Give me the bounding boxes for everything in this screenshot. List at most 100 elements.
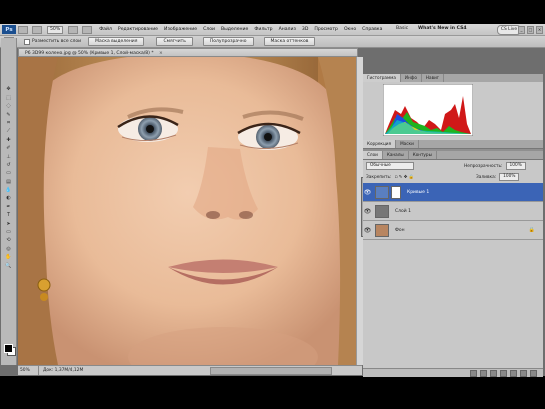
layer-name: Слой 1 — [395, 208, 411, 214]
pen-tool-icon[interactable]: ✒ — [4, 204, 13, 210]
blend-row: Обычные Непрозрачность: 100% — [366, 162, 526, 170]
menu-item[interactable]: Окно — [341, 27, 359, 32]
blend-mode-select[interactable]: Обычные — [366, 162, 414, 170]
fill-input[interactable]: 100% — [499, 173, 520, 181]
fill-label: Заливка: — [476, 174, 497, 180]
close-icon[interactable]: × — [536, 26, 543, 34]
tab-paths[interactable]: Контуры — [409, 151, 437, 159]
layers-tabs: Слои Каналы Контуры — [363, 151, 543, 160]
3d-camera-tool-icon[interactable]: ◎ — [4, 246, 13, 252]
tab-info[interactable]: Инфо — [401, 74, 422, 82]
sample-all-checkbox[interactable] — [24, 38, 30, 45]
visibility-eye-icon[interactable]: 👁 — [363, 227, 372, 234]
tools-panel: ✥ ⬚ ◌ ✎ ⌗ ⟋ ✚ ✐ ⊥ ↺ ▭ ▤ 💧 ◐ ✒ T ➤ ▭ ⟲ ◎ … — [1, 84, 17, 365]
tab-histogram[interactable]: Гистограмма — [363, 74, 401, 82]
tab-adjustments[interactable]: Коррекция — [363, 140, 397, 148]
status-doc-size[interactable]: Док: 1,37M/4,12M — [39, 366, 83, 375]
layer-name: Кривые 1 — [407, 189, 430, 195]
menu-item[interactable]: Анализ — [276, 27, 299, 32]
path-select-tool-icon[interactable]: ➤ — [4, 221, 13, 227]
new-group-icon[interactable] — [510, 369, 517, 377]
blur-tool-icon[interactable]: 💧 — [4, 187, 13, 193]
window-controls: _ □ × — [518, 26, 543, 34]
add-mask-icon[interactable] — [490, 369, 497, 377]
layers-footer — [363, 368, 543, 377]
menu-item[interactable]: Выделение — [218, 27, 251, 32]
soften-button[interactable]: Смягчить — [156, 37, 193, 46]
lock-icons[interactable]: ▫ ✎ ✥ 🔒 — [394, 175, 414, 180]
history-brush-tool-icon[interactable]: ↺ — [4, 162, 13, 168]
menu-item[interactable]: 3D — [299, 27, 311, 32]
clone-stamp-tool-icon[interactable]: ⊥ — [4, 154, 13, 160]
healing-tool-icon[interactable]: ✚ — [4, 137, 13, 143]
selection-mask-button[interactable]: Маска выделения — [88, 37, 145, 46]
layer-row[interactable]: 👁 Кривые 1 — [363, 183, 543, 202]
eyedropper-tool-icon[interactable]: ⟋ — [4, 128, 13, 134]
view-extras-button[interactable] — [68, 25, 79, 34]
dodge-tool-icon[interactable]: ◐ — [4, 195, 13, 201]
arrange-documents-button[interactable] — [82, 25, 93, 34]
link-layers-icon[interactable] — [470, 369, 477, 377]
document-canvas[interactable] — [18, 57, 358, 365]
3d-rotate-tool-icon[interactable]: ⟲ — [4, 237, 13, 243]
workspace-whats-new[interactable]: What's New in CS4 — [418, 25, 467, 33]
layer-mask-thumbnail[interactable] — [391, 185, 401, 199]
foreground-color-swatch[interactable] — [4, 344, 13, 353]
visibility-eye-icon[interactable]: 👁 — [363, 208, 372, 215]
minimize-icon[interactable]: _ — [518, 26, 525, 34]
tab-layers[interactable]: Слои — [363, 151, 383, 159]
layer-name: Фон — [395, 227, 405, 233]
brush-tool-icon[interactable]: ✐ — [4, 145, 13, 151]
new-layer-icon[interactable] — [520, 369, 527, 377]
tab-navigator[interactable]: Навиг — [422, 74, 445, 82]
menu-item[interactable]: Файл — [96, 27, 115, 32]
minibridge-button[interactable] — [32, 25, 42, 34]
tab-channels[interactable]: Каналы — [383, 151, 409, 159]
lock-label: Закрепить: — [366, 174, 392, 180]
marquee-tool-icon[interactable]: ⬚ — [4, 95, 13, 101]
menu-item[interactable]: Справка — [359, 27, 385, 32]
layer-style-icon[interactable] — [480, 369, 487, 377]
options-bar: Разместить все слои Маска выделения Смяг… — [0, 36, 545, 48]
menu-item[interactable]: Изображение — [161, 27, 200, 32]
maximize-icon[interactable]: □ — [527, 26, 534, 34]
new-adjustment-icon[interactable] — [500, 369, 507, 377]
semi-transparent-button[interactable]: Полупрозрачно — [202, 37, 254, 46]
crop-tool-icon[interactable]: ⌗ — [4, 120, 13, 126]
horizontal-scrollbar[interactable] — [210, 367, 332, 375]
shape-tool-icon[interactable]: ▭ — [4, 229, 13, 235]
vertical-scrollbar[interactable] — [356, 57, 365, 365]
menu-item[interactable]: Редактирование — [115, 27, 161, 32]
quick-select-tool-icon[interactable]: ✎ — [4, 112, 13, 118]
lock-icon: 🔒 — [528, 227, 535, 233]
lasso-tool-icon[interactable]: ◌ — [4, 103, 13, 109]
zoom-select[interactable]: 50% — [47, 25, 64, 34]
menu-item[interactable]: Просмотр — [311, 27, 341, 32]
visibility-eye-icon[interactable]: 👁 — [363, 189, 372, 196]
gradient-tool-icon[interactable]: ▤ — [4, 179, 13, 185]
portrait-photo — [18, 57, 358, 365]
bridge-button[interactable] — [18, 25, 28, 34]
status-zoom[interactable]: 50% — [18, 366, 39, 375]
type-tool-icon[interactable]: T — [4, 212, 13, 218]
trash-icon[interactable] — [530, 369, 537, 377]
eraser-tool-icon[interactable]: ▭ — [4, 170, 13, 176]
layer-row[interactable]: 👁 Слой 1 — [363, 202, 543, 221]
workspace-basic[interactable]: Basic — [396, 25, 408, 33]
menu-items: Файл Редактирование Изображение Слои Выделен… — [96, 27, 385, 32]
hand-tool-icon[interactable]: ✋ — [4, 254, 13, 260]
tab-masks[interactable]: Маски — [396, 140, 419, 148]
hue-mask-button[interactable]: Маска оттенков — [263, 37, 316, 46]
menu-item[interactable]: Фильтр — [251, 27, 275, 32]
document-tab[interactable]: P6 3D99 колено.jpg @ 50% (Кривые 1, Слой… — [18, 48, 358, 57]
histogram-graph — [383, 84, 473, 136]
move-tool-icon[interactable]: ✥ — [4, 86, 13, 92]
zoom-tool-icon[interactable]: 🔍 — [4, 263, 13, 269]
opacity-label: Непрозрачность: — [464, 163, 503, 169]
layer-row[interactable]: 👁 Фон 🔒 — [363, 221, 543, 240]
opacity-input[interactable]: 100% — [505, 162, 526, 170]
menu-item[interactable]: Слои — [200, 27, 218, 32]
app-logo-icon: Ps — [2, 25, 16, 34]
right-panels: Гистограмма Инфо Навиг Коррекция Маски С… — [363, 74, 543, 377]
layer-thumbnail — [375, 223, 389, 237]
